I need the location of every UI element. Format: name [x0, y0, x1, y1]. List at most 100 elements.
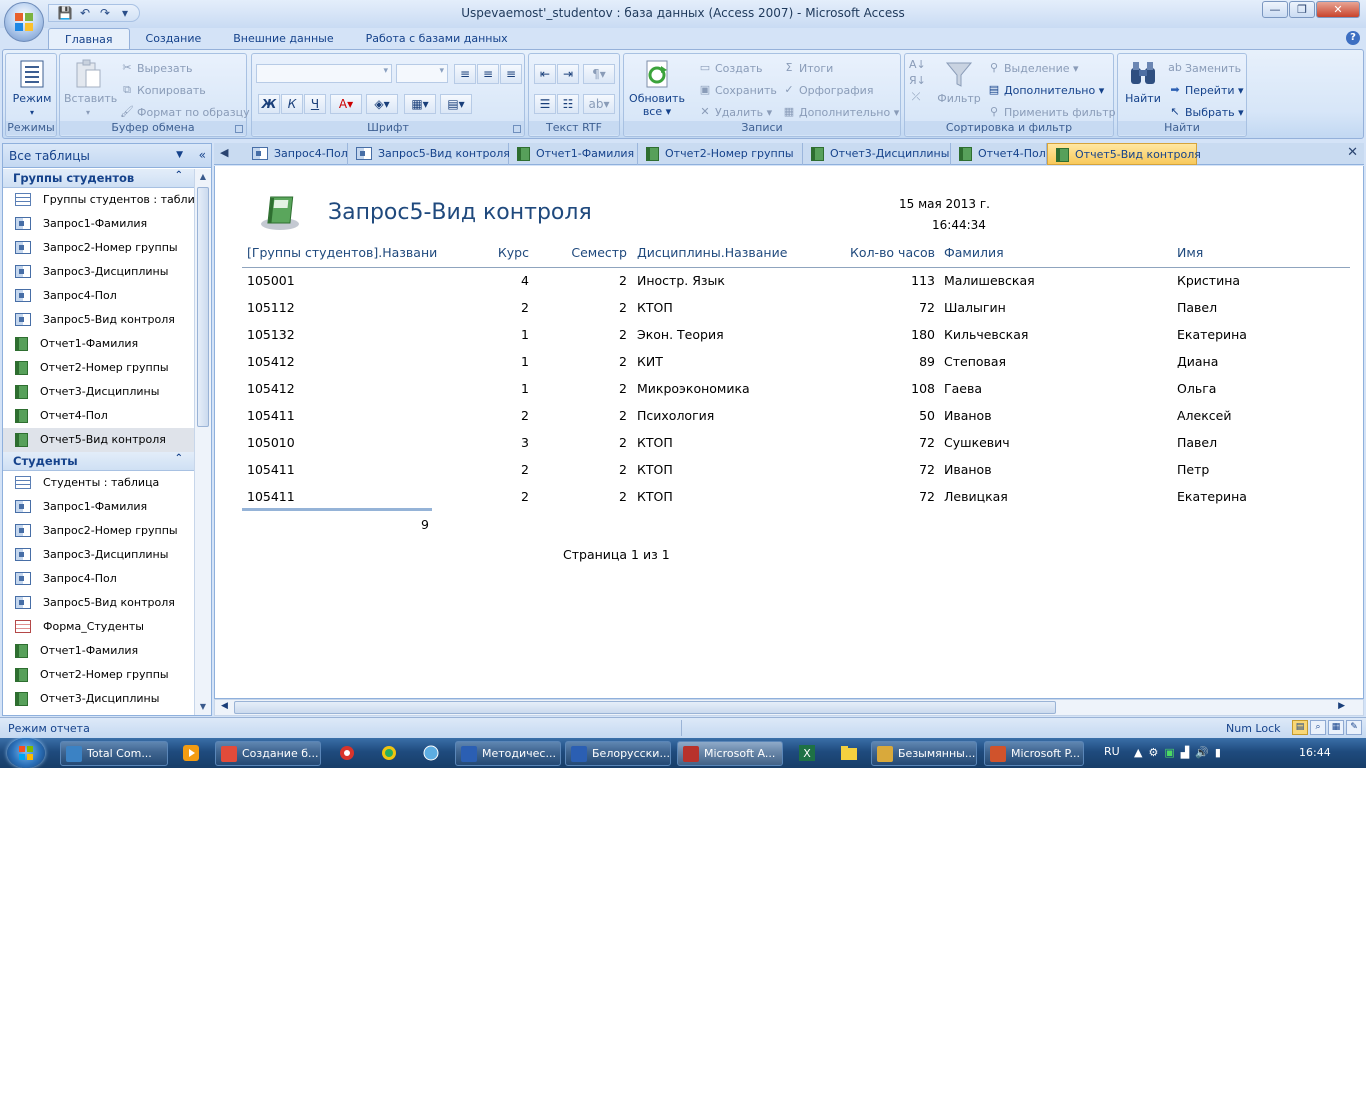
nav-item[interactable]: Запрос2-Номер группы — [3, 236, 195, 260]
nav-item[interactable]: Запрос3-Дисциплины — [3, 543, 195, 567]
help-icon[interactable]: ? — [1346, 31, 1360, 45]
document-tab[interactable]: Запрос4-Пол — [244, 143, 348, 165]
nav-item[interactable]: Отчет1-Фамилия — [3, 639, 195, 663]
app-globe-icon[interactable] — [420, 743, 442, 763]
nav-item[interactable]: Группы студентов : табли... — [3, 188, 195, 212]
design-view-icon[interactable]: ✎ — [1346, 720, 1362, 735]
nav-collapse-icon[interactable]: « — [199, 148, 206, 162]
nav-dropdown-icon[interactable]: ▼ — [176, 150, 183, 160]
cut-button[interactable]: ✂ Вырезать — [120, 59, 192, 77]
more-records-button[interactable]: ▦ Дополнительно ▾ — [782, 103, 899, 121]
scroll-down-icon[interactable]: ▼ — [195, 699, 211, 715]
scroll-up-icon[interactable]: ▲ — [195, 169, 211, 185]
apply-filter-button[interactable]: ⚲ Применить фильтр — [987, 103, 1116, 121]
nav-item[interactable]: Отчет3-Дисциплины — [3, 380, 195, 404]
paste-button[interactable]: Вставить ▾ — [64, 58, 117, 118]
save-icon[interactable]: 💾 — [57, 6, 73, 20]
nav-item[interactable]: Отчет3-Дисциплины — [3, 687, 195, 711]
excel-icon[interactable]: X — [796, 743, 818, 763]
gridlines-icon[interactable]: ▦▾ — [404, 94, 436, 114]
minimize-button[interactable]: — — [1262, 1, 1288, 18]
layout-view-icon[interactable]: ▦ — [1328, 720, 1344, 735]
format-painter-button[interactable]: 🖌 Формат по образцу — [120, 103, 250, 121]
nav-header[interactable]: Все таблицы ▼ « — [3, 144, 211, 168]
font-name-combo[interactable] — [256, 64, 392, 83]
nav-item[interactable]: Студенты : таблица — [3, 471, 195, 495]
collapse-group-icon[interactable]: ⌃ — [175, 453, 183, 464]
taskbar-item[interactable]: Создание б... — [215, 741, 321, 766]
bullet-list-icon[interactable]: ☷ — [557, 94, 579, 114]
scroll-left-icon[interactable]: ◀ — [221, 701, 228, 711]
font-size-combo[interactable] — [396, 64, 448, 83]
app-red-icon[interactable] — [336, 743, 358, 763]
nav-item[interactable]: Запрос4-Пол — [3, 567, 195, 591]
refresh-all-button[interactable]: Обновить все ▾ — [628, 58, 686, 118]
document-tab[interactable]: Отчет5-Вид контроля — [1047, 143, 1201, 165]
tab-external-data[interactable]: Внешние данные — [217, 28, 349, 50]
taskbar-item[interactable]: Microsoft A... — [677, 741, 783, 766]
bold-button[interactable]: Ж — [258, 94, 280, 114]
sort-descending-icon[interactable]: Я↓ — [909, 74, 926, 88]
app-shield-icon[interactable] — [378, 743, 400, 763]
indent-increase-icon[interactable]: ⇥ — [557, 64, 579, 84]
nav-item[interactable]: Запрос5-Вид контроля — [3, 591, 195, 615]
taskbar-item[interactable]: Microsoft P... — [984, 741, 1084, 766]
paragraph-direction-icon[interactable]: ¶▾ — [583, 64, 615, 84]
undo-icon[interactable]: ↶ — [77, 6, 93, 20]
nav-item[interactable]: Отчет5-Вид контроля — [3, 428, 195, 452]
nav-item[interactable]: Отчет4-Пол — [3, 404, 195, 428]
tray-signal-icon[interactable]: ▟ — [1181, 746, 1189, 759]
view-mode-button[interactable]: Режим ▾ — [12, 58, 52, 118]
save-record-button[interactable]: ▣ Сохранить — [698, 81, 777, 99]
close-document-icon[interactable]: ✕ — [1347, 145, 1358, 160]
nav-group-header[interactable]: Студенты ⌃ — [3, 452, 195, 471]
nav-group-header[interactable]: Группы студентов ⌃ — [3, 169, 195, 188]
underline-button[interactable]: Ч — [304, 94, 326, 114]
totals-button[interactable]: Σ Итоги — [782, 59, 834, 77]
indent-decrease-icon[interactable]: ⇤ — [534, 64, 556, 84]
nav-scrollbar[interactable]: ▲ ▼ — [194, 169, 211, 715]
align-left-icon[interactable]: ≡ — [454, 64, 476, 84]
nav-item[interactable]: Запрос1-Фамилия — [3, 495, 195, 519]
report-view-icon[interactable]: ▤ — [1292, 720, 1308, 735]
font-launcher-icon[interactable] — [513, 125, 521, 133]
fill-color-icon[interactable]: ◈▾ — [366, 94, 398, 114]
replace-button[interactable]: ab Заменить — [1168, 59, 1241, 77]
scroll-right-icon[interactable]: ▶ — [1338, 701, 1345, 711]
document-tab[interactable]: Отчет1-Фамилия — [509, 143, 638, 165]
new-record-button[interactable]: ▭ Создать — [698, 59, 763, 77]
document-tab[interactable]: Запрос5-Вид контроля — [348, 143, 510, 165]
document-tab[interactable]: Отчет4-Пол — [951, 143, 1047, 165]
nav-item[interactable]: Отчет2-Номер группы — [3, 663, 195, 687]
alt-fill-icon[interactable]: ▤▾ — [440, 94, 472, 114]
sort-ascending-icon[interactable]: A↓ — [909, 58, 926, 72]
tray-expand-icon[interactable]: ▲ — [1134, 746, 1142, 759]
select-button[interactable]: ↖ Выбрать ▾ — [1168, 103, 1243, 121]
tab-scroll-left-icon[interactable]: ◀ — [220, 146, 228, 159]
align-right-icon[interactable]: ≡ — [500, 64, 522, 84]
tab-create[interactable]: Создание — [130, 28, 218, 50]
nav-item[interactable]: Запрос4-Пол — [3, 284, 195, 308]
find-button[interactable]: Найти — [1122, 58, 1164, 105]
advanced-filter-button[interactable]: ▤ Дополнительно ▾ — [987, 81, 1104, 99]
customize-qat-icon[interactable]: ▾ — [117, 6, 133, 20]
tab-home[interactable]: Главная — [48, 28, 130, 50]
tray-green-icon[interactable]: ▣ — [1164, 746, 1174, 759]
taskbar-item[interactable]: Методичес... — [455, 741, 561, 766]
copy-button[interactable]: ⧉ Копировать — [120, 81, 206, 99]
document-tab[interactable]: Отчет2-Номер группы — [638, 143, 803, 165]
goto-button[interactable]: ➡ Перейти ▾ — [1168, 81, 1243, 99]
align-center-icon[interactable]: ≡ — [477, 64, 499, 84]
highlight-icon[interactable]: ab▾ — [583, 94, 615, 114]
nav-item[interactable]: Отчет2-Номер группы — [3, 356, 195, 380]
font-color-icon[interactable]: A▾ — [330, 94, 362, 114]
explorer-folder-icon[interactable] — [838, 743, 860, 763]
tray-network-icon[interactable]: ⚙ — [1148, 746, 1158, 759]
maximize-button[interactable]: ❐ — [1289, 1, 1315, 18]
clipboard-launcher-icon[interactable] — [235, 125, 243, 133]
nav-item[interactable]: Запрос1-Фамилия — [3, 212, 195, 236]
filter-button[interactable]: Фильтр — [935, 58, 983, 105]
selection-button[interactable]: ⚲ Выделение ▾ — [987, 59, 1079, 77]
italic-button[interactable]: К — [281, 94, 303, 114]
h-scroll-thumb[interactable] — [234, 701, 1056, 714]
